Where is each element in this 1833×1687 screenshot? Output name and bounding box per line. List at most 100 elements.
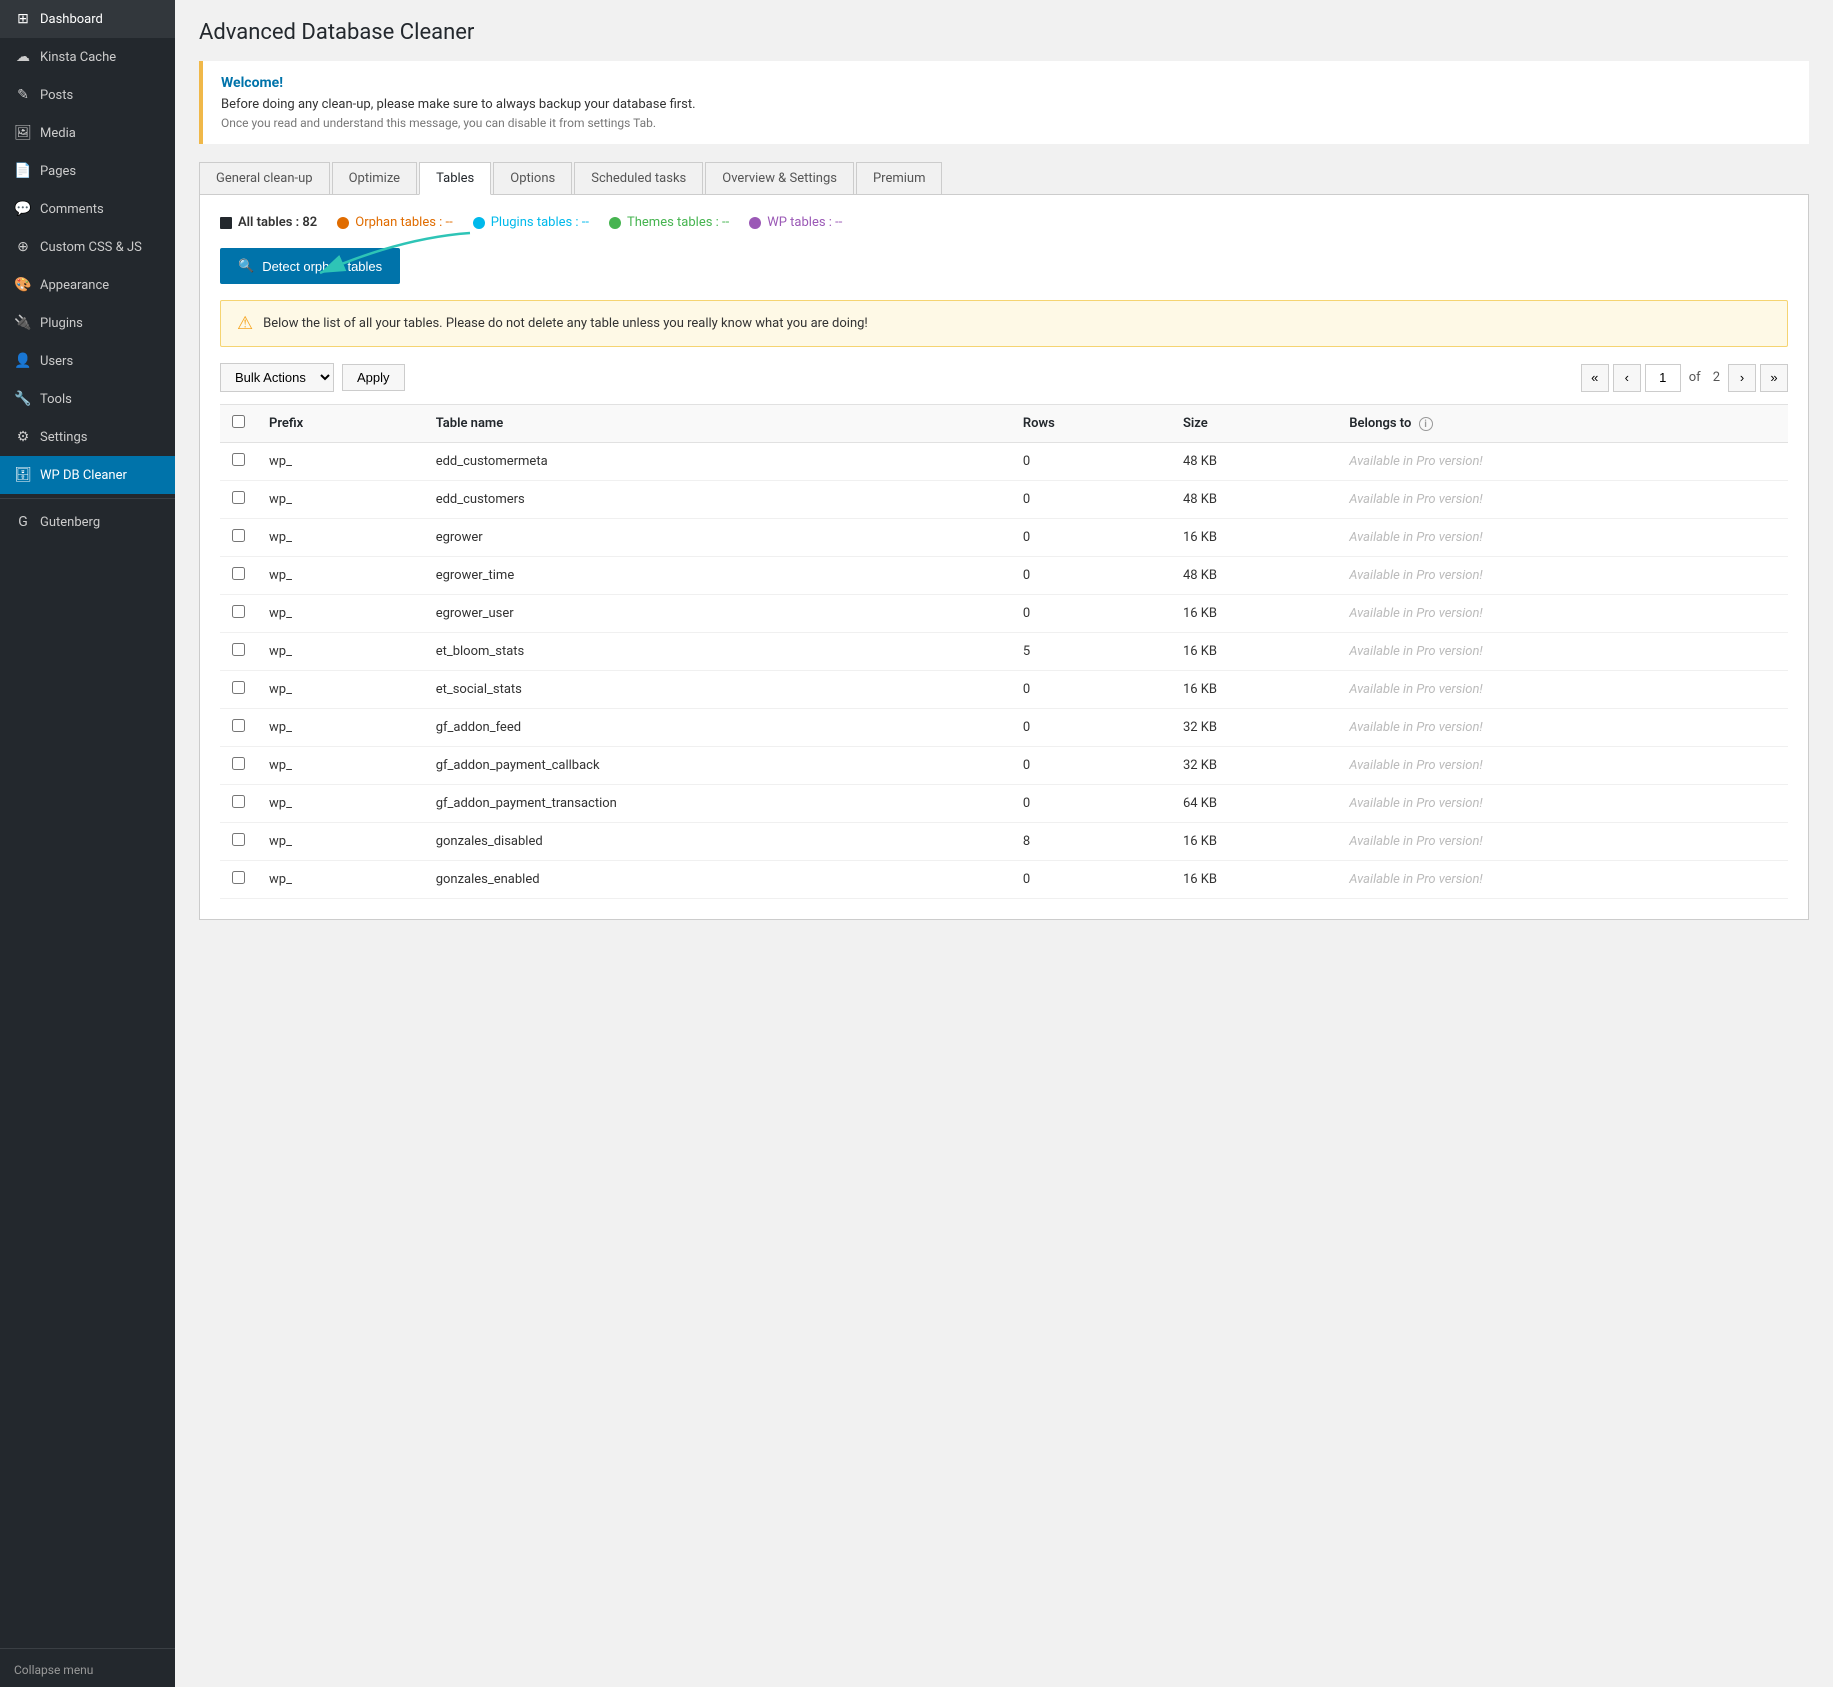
sidebar-label-dashboard: Dashboard: [40, 12, 103, 27]
filter-dot-cyan: [473, 217, 485, 229]
page-number-input[interactable]: 1: [1645, 364, 1681, 392]
row-checkbox-cell: [220, 557, 257, 595]
table-row: wp_ et_social_stats 0 16 KB Available in…: [220, 671, 1788, 709]
tab-scheduled-tasks[interactable]: Scheduled tasks: [574, 162, 703, 194]
next-page-button[interactable]: ›: [1728, 364, 1756, 392]
filter-orphan[interactable]: Orphan tables : --: [337, 215, 452, 230]
row-checkbox-6[interactable]: [232, 681, 245, 694]
filter-themes[interactable]: Themes tables : --: [609, 215, 729, 230]
tab-general-cleanup[interactable]: General clean-up: [199, 162, 330, 194]
sidebar-label-media: Media: [40, 126, 76, 141]
sidebar-item-users[interactable]: 👤Users: [0, 342, 175, 380]
row-prefix: wp_: [257, 443, 424, 481]
col-belongs-to: Belongs to i: [1337, 405, 1788, 443]
row-prefix: wp_: [257, 633, 424, 671]
row-rows: 0: [1011, 785, 1171, 823]
sidebar-item-appearance[interactable]: 🎨Appearance: [0, 266, 175, 304]
collapse-menu[interactable]: Collapse menu: [0, 1653, 175, 1687]
row-belongs-to: Available in Pro version!: [1337, 557, 1788, 595]
last-page-button[interactable]: »: [1760, 364, 1788, 392]
bulk-actions-bar: Bulk Actions Apply « ‹ 1 of 2 › »: [220, 363, 1788, 392]
sidebar-item-custom-css-js[interactable]: ⊕ Custom CSS & JS: [0, 228, 175, 266]
sidebar-item-comments[interactable]: 💬Comments: [0, 190, 175, 228]
row-checkbox-10[interactable]: [232, 833, 245, 846]
row-checkbox-2[interactable]: [232, 529, 245, 542]
row-size: 48 KB: [1171, 557, 1337, 595]
detect-button-container: 🔍 Detect orphan tables: [220, 248, 400, 300]
sidebar-icon-custom-css-js: ⊕: [14, 238, 32, 256]
tab-premium[interactable]: Premium: [856, 162, 943, 194]
table-row: wp_ edd_customers 0 48 KB Available in P…: [220, 481, 1788, 519]
filter-all-tables[interactable]: All tables : 82: [220, 215, 317, 230]
row-checkbox-11[interactable]: [232, 871, 245, 884]
page-total: 2: [1713, 370, 1720, 385]
bulk-actions-select[interactable]: Bulk Actions: [220, 363, 334, 392]
sidebar-label-gutenberg: Gutenberg: [40, 515, 100, 530]
row-belongs-to: Available in Pro version!: [1337, 481, 1788, 519]
row-table-name: edd_customers: [424, 481, 1011, 519]
sidebar-label-wp-db-cleaner: WP DB Cleaner: [40, 468, 127, 483]
detect-button-label: Detect orphan tables: [262, 259, 382, 274]
row-checkbox-4[interactable]: [232, 605, 245, 618]
row-belongs-to: Available in Pro version!: [1337, 633, 1788, 671]
filter-wp[interactable]: WP tables : --: [749, 215, 842, 230]
row-size: 48 KB: [1171, 443, 1337, 481]
warning-icon: ⚠: [237, 313, 253, 334]
sidebar-label-custom-css-js: Custom CSS & JS: [40, 240, 142, 255]
filter-themes-link[interactable]: Themes tables : --: [627, 215, 729, 230]
sidebar-item-media[interactable]: 🖼Media: [0, 114, 175, 152]
sidebar-item-pages[interactable]: 📄Pages: [0, 152, 175, 190]
table-row: wp_ gonzales_enabled 0 16 KB Available i…: [220, 861, 1788, 899]
content-panel: All tables : 82 Orphan tables : -- Plugi…: [199, 195, 1809, 920]
table-row: wp_ egrower_user 0 16 KB Available in Pr…: [220, 595, 1788, 633]
sidebar-item-posts[interactable]: ✎Posts: [0, 76, 175, 114]
row-checkbox-9[interactable]: [232, 795, 245, 808]
sidebar-label-plugins: Plugins: [40, 316, 83, 331]
row-checkbox-cell: [220, 785, 257, 823]
row-checkbox-5[interactable]: [232, 643, 245, 656]
belongs-to-info-icon[interactable]: i: [1419, 417, 1433, 431]
row-checkbox-3[interactable]: [232, 567, 245, 580]
row-checkbox-7[interactable]: [232, 719, 245, 732]
welcome-title: Welcome!: [221, 75, 1791, 91]
filter-plugins-link[interactable]: Plugins tables : --: [491, 215, 589, 230]
filter-orphan-link[interactable]: Orphan tables : --: [355, 215, 452, 230]
row-belongs-to: Available in Pro version!: [1337, 823, 1788, 861]
sidebar-item-tools[interactable]: 🔧Tools: [0, 380, 175, 418]
sidebar-item-wp-db-cleaner[interactable]: 🗄WP DB Cleaner: [0, 456, 175, 494]
apply-button[interactable]: Apply: [342, 364, 405, 391]
tab-tables[interactable]: Tables: [419, 162, 491, 195]
sidebar-item-dashboard[interactable]: ⊞Dashboard: [0, 0, 175, 38]
sidebar-item-gutenberg[interactable]: GGutenberg: [0, 503, 175, 541]
tab-bar: General clean-upOptimizeTablesOptionsSch…: [199, 162, 1809, 195]
row-size: 32 KB: [1171, 747, 1337, 785]
tab-options[interactable]: Options: [493, 162, 572, 194]
row-prefix: wp_: [257, 557, 424, 595]
first-page-button[interactable]: «: [1581, 364, 1609, 392]
sidebar-icon-tools: 🔧: [14, 390, 32, 408]
sidebar-item-kinsta-cache[interactable]: ☁Kinsta Cache: [0, 38, 175, 76]
detect-orphan-button[interactable]: 🔍 Detect orphan tables: [220, 248, 400, 284]
sidebar-item-settings[interactable]: ⚙Settings: [0, 418, 175, 456]
table-row: wp_ gf_addon_payment_callback 0 32 KB Av…: [220, 747, 1788, 785]
sidebar-icon-kinsta-cache: ☁: [14, 48, 32, 66]
row-table-name: gf_addon_payment_transaction: [424, 785, 1011, 823]
row-belongs-to: Available in Pro version!: [1337, 785, 1788, 823]
row-checkbox-8[interactable]: [232, 757, 245, 770]
sidebar-icon-appearance: 🎨: [14, 276, 32, 294]
filter-wp-link[interactable]: WP tables : --: [767, 215, 842, 230]
row-rows: 0: [1011, 709, 1171, 747]
filter-plugins[interactable]: Plugins tables : --: [473, 215, 589, 230]
tab-optimize[interactable]: Optimize: [332, 162, 417, 194]
sidebar-icon-posts: ✎: [14, 86, 32, 104]
select-all-checkbox[interactable]: [232, 415, 245, 428]
row-rows: 8: [1011, 823, 1171, 861]
row-prefix: wp_: [257, 709, 424, 747]
sidebar-item-plugins[interactable]: 🔌Plugins: [0, 304, 175, 342]
pagination: « ‹ 1 of 2 › »: [1581, 364, 1788, 392]
prev-page-button[interactable]: ‹: [1613, 364, 1641, 392]
tab-overview-settings[interactable]: Overview & Settings: [705, 162, 854, 194]
col-size: Size: [1171, 405, 1337, 443]
row-checkbox-1[interactable]: [232, 491, 245, 504]
row-checkbox-0[interactable]: [232, 453, 245, 466]
